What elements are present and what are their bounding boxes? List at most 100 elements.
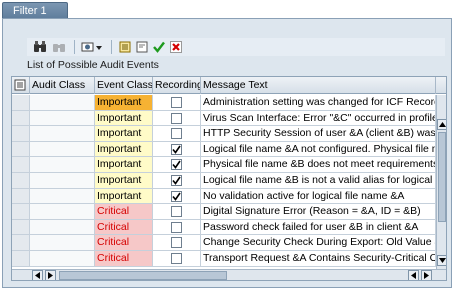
binoculars-icon[interactable] [31, 39, 49, 55]
column-header-message-text[interactable]: Message Text [201, 77, 436, 94]
table-settings-icon[interactable] [12, 77, 30, 94]
recording-checkbox[interactable] [171, 97, 182, 108]
recording-checkbox[interactable] [171, 253, 182, 264]
row-selector[interactable] [12, 173, 30, 189]
table-row[interactable]: Critical Change Security Check During Exp… [12, 235, 436, 251]
row-selector[interactable] [12, 157, 30, 173]
table-row[interactable]: Important Physical file name &B does not … [12, 157, 436, 173]
cell-message-text: Password check failed for user &B in cli… [201, 219, 436, 236]
column-header-recording[interactable]: Recording [153, 77, 201, 94]
recording-checkbox[interactable] [171, 143, 182, 155]
cell-message-text: Change Security Check During Export: Old… [201, 235, 436, 251]
row-selector[interactable] [12, 126, 30, 142]
column-header-audit-class[interactable]: Audit Class [30, 77, 95, 94]
recording-checkbox[interactable] [171, 206, 182, 218]
vertical-scroll-thumb[interactable] [438, 132, 446, 222]
recording-checkbox[interactable] [171, 128, 182, 140]
row-selector[interactable] [12, 219, 30, 236]
table-row[interactable]: Critical Password check failed for user &… [12, 219, 436, 236]
cell-message-text: Logical file name &A not configured. Phy… [201, 141, 436, 158]
check-icon [172, 145, 181, 154]
cell-audit-class [30, 95, 95, 111]
table-row[interactable]: Important No validation active for logica… [12, 188, 436, 205]
filter-panel: List of Possible Audit Events Audit Clas… [2, 18, 452, 288]
cell-recording [153, 126, 201, 142]
cell-message-text: No validation active for logical file na… [201, 188, 436, 205]
recording-checkbox[interactable] [171, 112, 182, 124]
confirm-icon[interactable] [151, 39, 167, 55]
cell-message-text: Digital Signature Error (Reason = &A, ID… [201, 204, 436, 220]
select-all-icon[interactable] [117, 39, 133, 55]
cell-event-class: Critical [95, 219, 153, 236]
recording-checkbox[interactable] [171, 221, 182, 233]
cell-event-class: Important [95, 95, 153, 111]
cell-message-text: HTTP Security Session of user &A (client… [201, 126, 436, 142]
table-row[interactable]: Critical Digital Signature Error (Reason … [12, 204, 436, 220]
scroll-left-icon[interactable] [32, 270, 43, 280]
table-row[interactable]: Important Administration setting was chan… [12, 95, 436, 111]
cell-recording [153, 219, 201, 236]
cell-recording [153, 173, 201, 189]
row-selector[interactable] [12, 235, 30, 251]
table-row[interactable]: Important HTTP Security Session of user &… [12, 126, 436, 142]
recording-checkbox[interactable] [171, 190, 182, 202]
cell-audit-class [30, 188, 95, 205]
table-row[interactable]: Important Virus Scan Interface: Error "&C… [12, 110, 436, 127]
row-selector[interactable] [12, 110, 30, 127]
cell-recording [153, 110, 201, 127]
cell-event-class: Critical [95, 251, 153, 267]
table-header: Audit Class Event Class Recording Messag… [12, 77, 446, 94]
vertical-scrollbar[interactable] [436, 95, 446, 269]
cancel-icon[interactable] [168, 39, 184, 55]
recording-checkbox[interactable] [171, 159, 182, 171]
check-icon [172, 192, 181, 201]
cell-audit-class [30, 219, 95, 236]
row-selector[interactable] [12, 188, 30, 205]
table-row[interactable]: Critical Transport Request &A Contains Se… [12, 251, 436, 267]
cell-event-class: Important [95, 188, 153, 205]
deselect-all-icon[interactable] [134, 39, 150, 55]
recording-checkbox[interactable] [171, 175, 182, 186]
toolbar-separator [111, 40, 112, 54]
scroll-up-icon[interactable] [437, 119, 446, 130]
row-selector[interactable] [12, 204, 30, 220]
scroll-left-end-icon[interactable] [408, 270, 419, 280]
cell-audit-class [30, 110, 95, 127]
row-selector[interactable] [12, 95, 30, 111]
table-body: Important Administration setting was chan… [12, 95, 436, 269]
horizontal-scrollbar[interactable] [12, 269, 446, 280]
table-row[interactable]: Important Logical file name &B is not a v… [12, 173, 436, 189]
cell-event-class: Important [95, 173, 153, 189]
cell-audit-class [30, 173, 95, 189]
check-icon [172, 160, 181, 170]
cell-event-class: Important [95, 126, 153, 142]
tab-filter-1[interactable]: Filter 1 [2, 2, 68, 19]
cell-event-class: Important [95, 157, 153, 173]
cell-message-text: Logical file name &B is not a valid alia… [201, 173, 436, 189]
audit-events-table: Audit Class Event Class Recording Messag… [11, 76, 447, 281]
column-header-event-class[interactable]: Event Class [95, 77, 153, 94]
cell-recording [153, 141, 201, 158]
cell-audit-class [30, 126, 95, 142]
table-row[interactable]: Important Logical file name &A not config… [12, 141, 436, 158]
cell-audit-class [30, 157, 95, 173]
recording-checkbox[interactable] [171, 237, 182, 249]
scroll-down-icon[interactable] [437, 255, 446, 266]
cell-message-text: Administration setting was changed for I… [201, 95, 436, 111]
cell-message-text: Physical file name &B does not meet requ… [201, 157, 436, 173]
row-selector[interactable] [12, 251, 30, 267]
cell-audit-class [30, 251, 95, 267]
cell-event-class: Important [95, 110, 153, 127]
cell-event-class: Critical [95, 204, 153, 220]
cell-audit-class [30, 235, 95, 251]
tab-bar: Filter 1 [0, 0, 453, 19]
find-next-icon[interactable] [50, 39, 68, 55]
row-selector[interactable] [12, 141, 30, 158]
scroll-right-small-icon[interactable] [45, 270, 56, 280]
settings-dropdown-icon[interactable] [79, 39, 105, 55]
cell-recording [153, 235, 201, 251]
horizontal-scroll-thumb[interactable] [59, 271, 227, 280]
scroll-right-icon[interactable] [421, 270, 432, 280]
cell-audit-class [30, 204, 95, 220]
cell-audit-class [30, 141, 95, 158]
